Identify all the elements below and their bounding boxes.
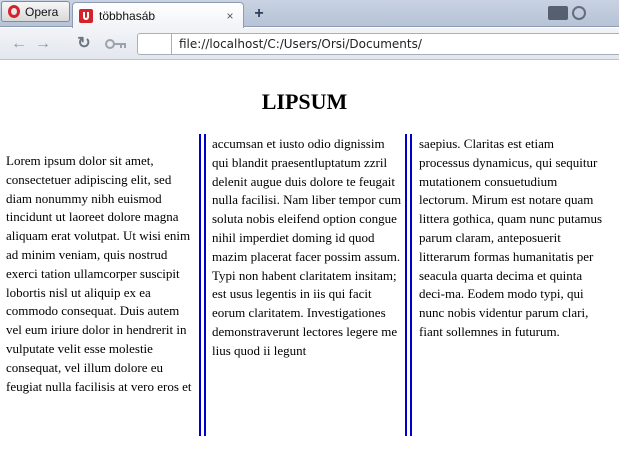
page-favicon-icon [79,8,93,23]
tab-active[interactable]: többhasáb × [72,2,244,28]
navigation-toolbar: ← → ↻ file://localhost/C:/Users/Orsi/Doc… [0,28,619,60]
text-column-3: saepius. Claritas est etiam processus dy… [419,136,603,339]
forward-arrow-icon[interactable]: → [33,34,53,54]
text-column-1: Lorem ipsum dolor sit amet, consectetuer… [6,153,192,394]
new-tab-icon[interactable]: + [250,5,268,23]
text-column-2: accumsan et iusto odio dignissim qui bla… [212,136,402,358]
window-control-icon[interactable] [572,6,586,20]
page-title: LIPSUM [261,89,348,114]
back-arrow-icon[interactable]: ← [9,34,29,54]
site-info-button[interactable] [137,33,171,55]
tab-strip: Opera többhasáb × + [0,0,619,28]
tab-title: többhasáb [99,8,156,23]
opera-logo-icon [8,5,20,18]
window-control-icon[interactable] [548,6,568,20]
close-tab-icon[interactable]: × [223,9,237,23]
column-rule [405,134,412,436]
reload-icon[interactable]: ↻ [74,34,94,54]
address-field[interactable]: file://localhost/C:/Users/Orsi/Documents… [171,33,619,55]
key-icon[interactable] [104,34,128,54]
opera-menu-button[interactable]: Opera [1,1,70,22]
page-content: LIPSUM Lorem ipsum dolor sit amet, conse… [0,61,619,452]
opera-menu-label: Opera [25,4,59,19]
column-rule [199,134,206,436]
